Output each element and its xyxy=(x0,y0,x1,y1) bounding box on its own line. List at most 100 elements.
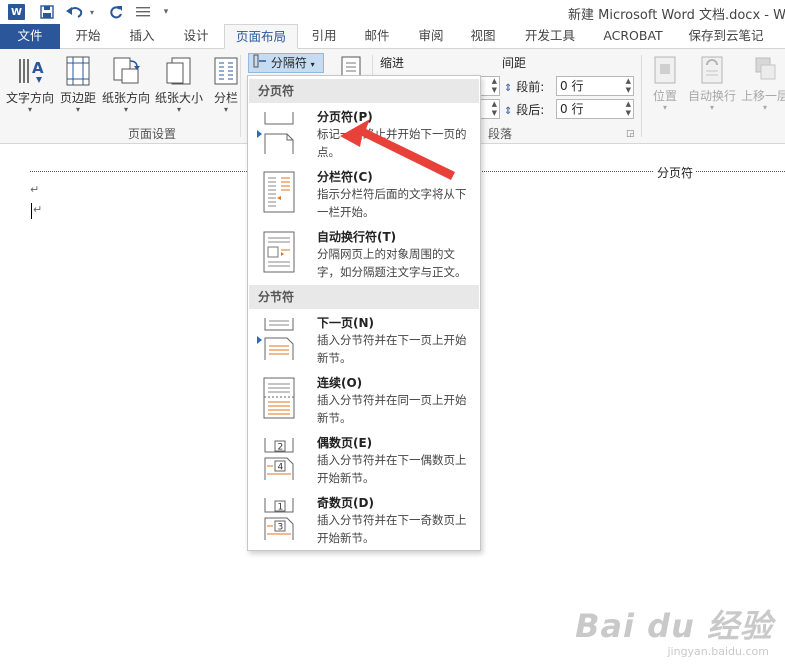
column-break-desc: 指示分栏符后面的文字将从下一栏开始。 xyxy=(317,187,467,219)
title-bar: W ▾ ▾ 新建 Microsoft Word 文档.docx - Word xyxy=(0,0,785,24)
even-page-desc: 插入分节符并在下一偶数页上开始新节。 xyxy=(317,453,467,485)
svg-text:2: 2 xyxy=(278,443,284,453)
paper-size-icon xyxy=(166,57,191,85)
chevron-down-icon: ▾ xyxy=(75,105,80,114)
margins-label: 页边距 xyxy=(59,91,96,105)
divider xyxy=(641,55,642,137)
breaks-button[interactable]: 分隔符 ▾ xyxy=(248,53,324,73)
orientation-icon xyxy=(113,57,140,84)
section-breaks-header: 分节符 xyxy=(249,285,479,309)
next-page-icon xyxy=(264,318,294,360)
spacing-label: 间距 xyxy=(502,56,527,70)
tab-save-cloud[interactable]: 保存到云笔记 xyxy=(676,24,776,49)
odd-page-break-item[interactable]: 1 3 奇数页(D) 插入分节符并在下一奇数页上开始新节。 xyxy=(249,492,479,550)
chevron-down-icon: ▾ xyxy=(223,105,228,114)
tab-file[interactable]: 文件 xyxy=(0,24,60,49)
tab-references[interactable]: 引用 xyxy=(300,24,348,49)
wrap-text-button[interactable]: 自动换行 ▾ xyxy=(686,55,738,112)
tab-view[interactable]: 视图 xyxy=(458,24,508,49)
text-direction-label: 文字方向 xyxy=(5,91,54,105)
tab-design[interactable]: 设计 xyxy=(170,24,222,49)
list-format-icon[interactable] xyxy=(134,3,152,21)
orientation-label: 纸张方向 xyxy=(101,91,150,105)
tab-insert[interactable]: 插入 xyxy=(116,24,168,49)
paper-size-label: 纸张大小 xyxy=(154,91,203,105)
space-before-field[interactable]: 0 行 ▲ ▼ xyxy=(556,76,634,96)
continuous-title: 连续(O) xyxy=(317,376,363,390)
chevron-down-icon: ▾ xyxy=(662,103,667,112)
tab-home[interactable]: 开始 xyxy=(62,24,114,49)
space-before-label: ⇕ 段前: xyxy=(504,78,544,95)
ribbon-tabs: 文件 开始 插入 设计 页面布局 引用 邮件 审阅 视图 开发工具 ACROBA… xyxy=(0,24,785,49)
chevron-down-icon: ▾ xyxy=(176,105,181,114)
paragraph-mark: ↵ xyxy=(33,203,43,216)
tab-developer[interactable]: 开发工具 xyxy=(510,24,590,49)
continuous-break-item[interactable]: 连续(O) 插入分节符并在同一页上开始新节。 xyxy=(249,372,479,430)
bring-forward-button[interactable]: 上移一层 ▾ xyxy=(740,55,785,112)
even-page-icon: 2 4 xyxy=(264,438,294,480)
tab-review[interactable]: 审阅 xyxy=(406,24,456,49)
odd-page-icon: 1 3 xyxy=(264,498,294,540)
dialog-launcher-icon[interactable]: ◲ xyxy=(626,129,635,139)
space-before-text: 段前: xyxy=(516,80,545,94)
column-break-title: 分栏符(C) xyxy=(317,170,373,184)
columns-button[interactable]: 分栏 ▾ xyxy=(208,55,244,114)
margins-button[interactable]: 页边距 ▾ xyxy=(58,55,98,114)
indent-label: 缩进 xyxy=(380,56,405,70)
wrap-text-icon xyxy=(701,56,723,84)
chevron-down-icon: ▾ xyxy=(310,60,315,69)
tab-acrobat[interactable]: ACROBAT xyxy=(592,24,674,49)
divider xyxy=(240,55,241,137)
page-setup-group-label: 页面设置 xyxy=(128,127,177,141)
spacing-after-icon: ⇕ xyxy=(504,106,513,117)
columns-icon xyxy=(214,57,238,85)
wrap-text-label: 自动换行 xyxy=(687,89,736,103)
position-button[interactable]: 位置 ▾ xyxy=(648,55,682,112)
page-break-item[interactable]: 分页符(P) 标记一页终止并开始下一页的点。 xyxy=(249,106,479,164)
redo-icon[interactable] xyxy=(106,3,126,21)
word-logo-icon: W xyxy=(8,4,25,20)
continuous-desc: 插入分节符并在同一页上开始新节。 xyxy=(317,393,467,425)
columns-label: 分栏 xyxy=(213,91,238,105)
paper-size-button[interactable]: 纸张大小 ▾ xyxy=(154,55,204,114)
window-title: 新建 Microsoft Word 文档.docx - Word xyxy=(568,8,785,23)
undo-icon[interactable] xyxy=(64,3,86,21)
bring-forward-label: 上移一层 xyxy=(740,89,785,103)
odd-page-title: 奇数页(D) xyxy=(317,496,374,510)
tab-mailings[interactable]: 邮件 xyxy=(350,24,404,49)
breaks-label: 分隔符 xyxy=(270,56,307,70)
page-break-marker: 分页符 xyxy=(654,164,697,181)
space-after-text: 段后: xyxy=(516,103,545,117)
even-page-break-item[interactable]: 2 4 偶数页(E) 插入分节符并在下一偶数页上开始新节。 xyxy=(249,432,479,490)
customize-icon[interactable]: ▾ xyxy=(160,3,172,21)
save-icon[interactable] xyxy=(38,3,56,21)
undo-dropdown-icon[interactable]: ▾ xyxy=(88,3,96,21)
bring-forward-icon xyxy=(755,57,776,80)
page-break-title: 分页符(P) xyxy=(317,110,373,124)
svg-text:A: A xyxy=(32,59,44,77)
chevron-down-icon: ▾ xyxy=(762,103,767,112)
svg-text:4: 4 xyxy=(278,463,284,473)
next-page-title: 下一页(N) xyxy=(317,316,375,330)
continuous-icon xyxy=(263,377,295,419)
position-icon xyxy=(654,56,676,84)
text-wrapping-break-desc: 分隔网页上的对象周围的文字，如分隔题注文字与正文。 xyxy=(317,247,467,279)
chevron-down-icon: ▾ xyxy=(709,103,714,112)
space-after-label: ⇕ 段后: xyxy=(504,101,544,118)
even-page-title: 偶数页(E) xyxy=(317,436,373,450)
next-page-desc: 插入分节符并在下一页上开始新节。 xyxy=(317,333,467,365)
space-before-value: 0 行 xyxy=(560,79,584,93)
text-wrapping-break-title: 自动换行符(T) xyxy=(317,230,397,244)
text-wrapping-break-item[interactable]: 自动换行符(T) 分隔网页上的对象周围的文字，如分隔题注文字与正文。 xyxy=(249,226,479,284)
svg-text:1: 1 xyxy=(278,503,284,513)
text-direction-button[interactable]: A 文字方向 ▾ xyxy=(4,55,56,114)
svg-text:3: 3 xyxy=(278,523,284,533)
page-break-icon xyxy=(264,112,294,154)
tab-page-layout[interactable]: 页面布局 xyxy=(224,24,298,49)
space-after-value: 0 行 xyxy=(560,102,584,116)
column-break-item[interactable]: 分栏符(C) 指示分栏符后面的文字将从下一栏开始。 xyxy=(249,166,479,224)
breaks-icon xyxy=(253,54,267,73)
orientation-button[interactable]: 纸张方向 ▾ xyxy=(100,55,152,114)
next-page-break-item[interactable]: 下一页(N) 插入分节符并在下一页上开始新节。 xyxy=(249,312,479,370)
space-after-field[interactable]: 0 行 ▲ ▼ xyxy=(556,99,634,119)
